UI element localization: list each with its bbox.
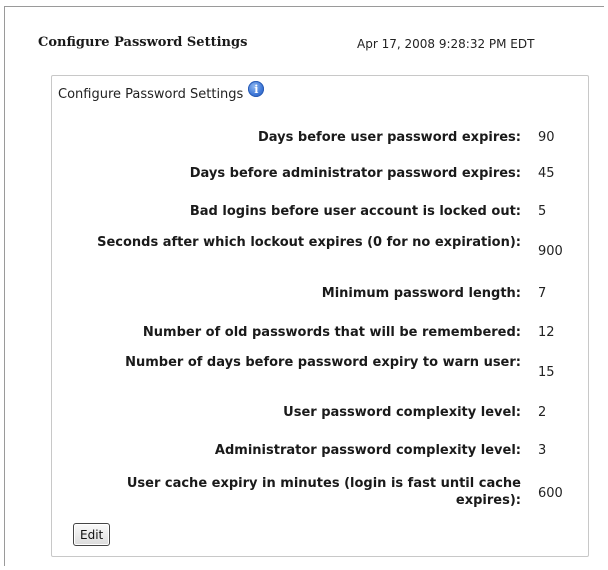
- setting-row-user-complexity: User password complexity level: 2: [52, 399, 590, 435]
- setting-row-lockout-seconds: Seconds after which lockout expires (0 f…: [52, 234, 590, 270]
- setting-row-user-password-expiry: Days before user password expires: 90: [52, 126, 590, 162]
- setting-label: Minimum password length:: [321, 286, 521, 301]
- setting-value: 15: [538, 365, 555, 380]
- setting-row-admin-password-expiry: Days before administrator password expir…: [52, 162, 590, 198]
- timestamp: Apr 17, 2008 9:28:32 PM EDT: [357, 37, 535, 51]
- setting-row-min-length: Minimum password length: 7: [52, 280, 590, 316]
- page-container: Configure Password Settings Apr 17, 2008…: [4, 6, 604, 566]
- setting-label: Administrator password complexity level:: [214, 443, 521, 458]
- setting-label: Number of days before password expiry to…: [125, 355, 521, 370]
- setting-label: Days before administrator password expir…: [189, 166, 521, 181]
- setting-label: User cache expiry in minutes (login is f…: [126, 476, 521, 508]
- setting-label: User password complexity level:: [283, 405, 521, 420]
- panel-header: Configure Password Settings i: [58, 81, 265, 102]
- setting-value: 7: [538, 286, 547, 301]
- page-title: Configure Password Settings: [38, 35, 248, 50]
- setting-row-cache-expiry: User cache expiry in minutes (login is f…: [52, 473, 590, 509]
- setting-row-admin-complexity: Administrator password complexity level:…: [52, 435, 590, 471]
- setting-label: Days before user password expires:: [258, 130, 521, 145]
- setting-value: 900: [538, 244, 563, 259]
- setting-value: 45: [538, 166, 555, 181]
- password-settings-panel: Configure Password Settings i Days befor…: [51, 75, 589, 557]
- setting-value: 600: [538, 486, 563, 501]
- setting-row-password-history: Number of old passwords that will be rem…: [52, 317, 590, 353]
- panel-title: Configure Password Settings: [58, 86, 244, 102]
- setting-label: Seconds after which lockout expires (0 f…: [97, 235, 521, 250]
- setting-label: Number of old passwords that will be rem…: [142, 325, 521, 340]
- info-icon[interactable]: i: [248, 81, 265, 97]
- setting-value: 3: [538, 443, 547, 458]
- setting-row-expiry-warning: Number of days before password expiry to…: [52, 353, 590, 389]
- edit-button[interactable]: Edit: [73, 523, 111, 546]
- setting-value: 12: [538, 325, 555, 340]
- setting-value: 2: [538, 405, 547, 420]
- setting-label: Bad logins before user account is locked…: [189, 204, 521, 219]
- setting-value: 90: [538, 130, 555, 145]
- setting-value: 5: [538, 204, 547, 219]
- setting-row-bad-logins: Bad logins before user account is locked…: [52, 198, 590, 234]
